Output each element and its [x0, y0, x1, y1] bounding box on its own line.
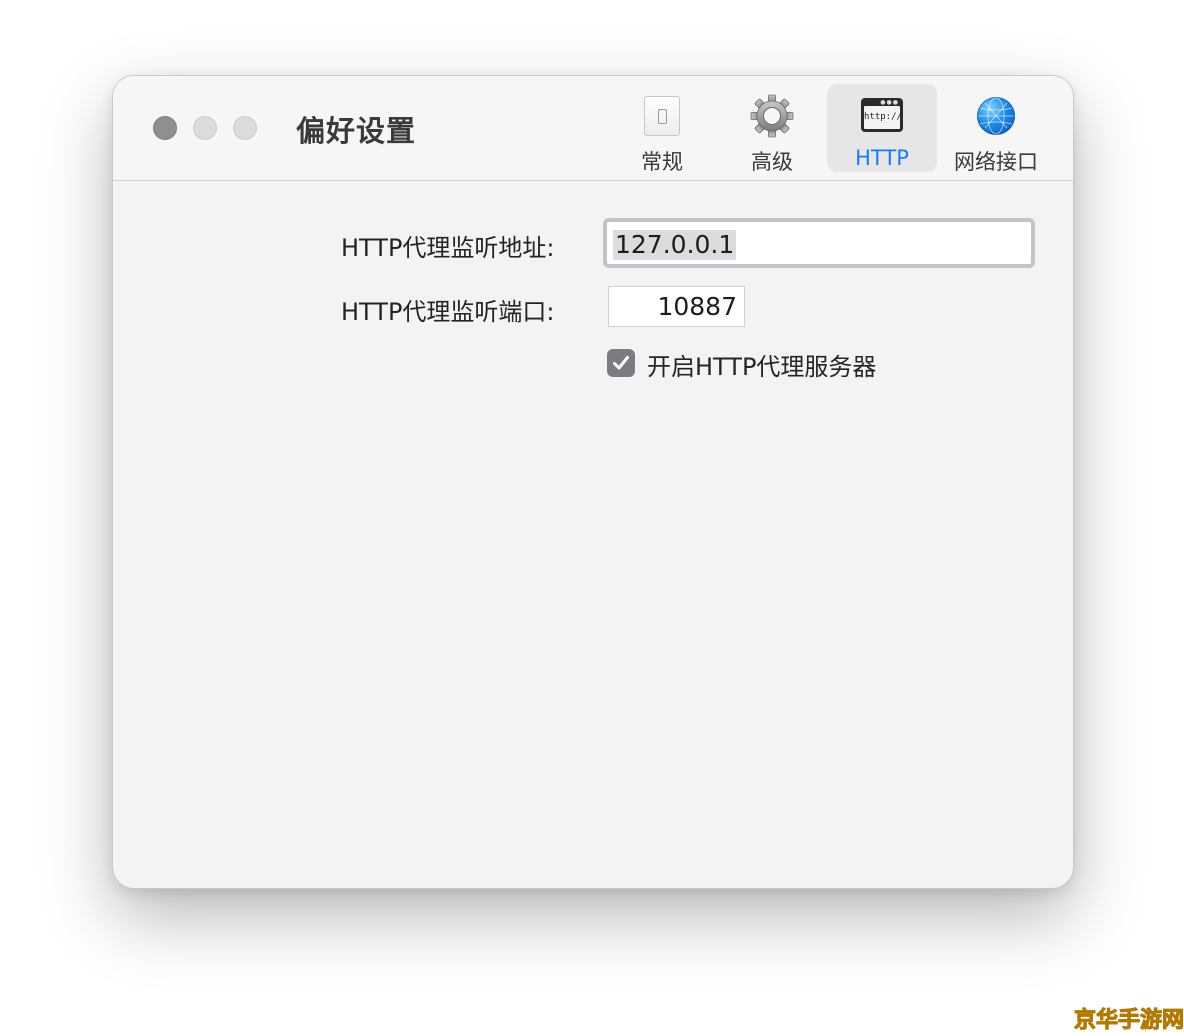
http-window-icon: ●●● http:// — [861, 98, 903, 132]
port-value: 10887 — [657, 292, 737, 321]
tab-advanced-label: 高级 — [751, 150, 793, 174]
address-label: HTTP代理监听地址: — [341, 234, 555, 262]
globe-icon — [977, 97, 1015, 135]
tab-general[interactable]: 常规 — [607, 84, 717, 174]
address-value: 127.0.0.1 — [613, 230, 737, 260]
minimize-window-button[interactable] — [193, 116, 217, 140]
tab-http-label: HTTP — [855, 146, 909, 170]
enable-http-proxy-label[interactable]: 开启HTTP代理服务器 — [647, 347, 876, 382]
tab-http[interactable]: ●●● http:// HTTP — [827, 84, 937, 172]
enable-http-proxy-checkbox[interactable] — [607, 349, 635, 377]
zoom-window-button[interactable] — [233, 116, 257, 140]
address-input[interactable]: 127.0.0.1 — [603, 218, 1035, 268]
http-icon-text: http:// — [864, 106, 902, 129]
gear-icon — [750, 94, 794, 138]
window-title: 偏好设置 — [296, 114, 417, 148]
preferences-window: 偏好设置 常规 高级 ●●● http:// HTTP 网络接口 HTTP代理监… — [112, 75, 1074, 889]
port-label: HTTP代理监听端口: — [341, 298, 555, 326]
tab-general-label: 常规 — [641, 150, 683, 174]
checkmark-icon — [613, 356, 629, 370]
title-bar: 偏好设置 常规 高级 ●●● http:// HTTP 网络接口 — [113, 76, 1073, 181]
port-input[interactable]: 10887 — [608, 286, 745, 327]
close-window-button[interactable] — [153, 116, 177, 140]
tab-network-interface-label: 网络接口 — [954, 150, 1038, 174]
watermark-logo: 京华手游网 — [1073, 1008, 1184, 1034]
tab-network-interface[interactable]: 网络接口 — [941, 84, 1051, 174]
switch-icon — [644, 96, 680, 136]
tab-advanced[interactable]: 高级 — [717, 84, 827, 174]
